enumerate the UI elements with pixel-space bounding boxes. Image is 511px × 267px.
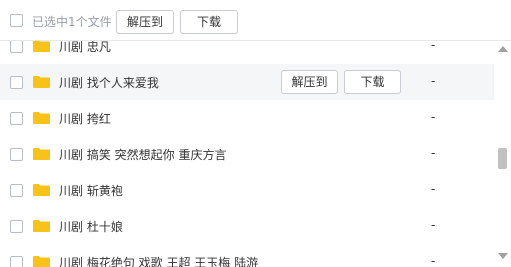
file-name[interactable]: 川剧 斩黄袍 <box>59 182 123 199</box>
file-name[interactable]: 川剧 找个人来爱我 <box>59 74 159 91</box>
file-size: - <box>431 74 436 88</box>
file-name[interactable]: 川剧 忠凡 <box>59 41 111 55</box>
file-size: - <box>431 41 436 52</box>
scrollbar-thumb[interactable] <box>498 148 507 169</box>
row-checkbox[interactable] <box>10 76 23 89</box>
folder-icon <box>33 148 50 160</box>
row-download-button[interactable]: 下载 <box>344 70 401 94</box>
vertical-scrollbar[interactable] <box>495 41 511 267</box>
row-checkbox[interactable] <box>10 184 23 197</box>
arrow-down-icon[interactable] <box>498 253 508 259</box>
select-all-checkbox[interactable] <box>10 14 23 27</box>
file-size: - <box>431 218 436 232</box>
list-item[interactable]: 川剧 斩黄袍 - <box>0 172 494 208</box>
file-list: 川剧 忠凡 - 川剧 找个人来爱我 解压到 下载 - 川剧 挎红 - 川剧 搞笑… <box>0 41 494 267</box>
file-name[interactable]: 川剧 挎红 <box>59 110 111 127</box>
folder-icon <box>33 112 50 124</box>
selection-count: 已选中1个文件 <box>32 15 112 29</box>
list-item[interactable]: 川剧 杜十娘 - <box>0 208 494 244</box>
list-item[interactable]: 川剧 搞笑 突然想起你 重庆方言 - <box>0 136 494 172</box>
list-item[interactable]: 川剧 找个人来爱我 解压到 下载 - <box>0 64 494 100</box>
file-name[interactable]: 川剧 梅花绝句 戏歌 王超 王玉梅 陆游 <box>59 254 258 267</box>
list-item[interactable]: 川剧 梅花绝句 戏歌 王超 王玉梅 陆游 - <box>0 244 494 267</box>
list-item[interactable]: 川剧 忠凡 - <box>0 41 494 64</box>
file-size: - <box>431 254 436 267</box>
file-size: - <box>431 146 436 160</box>
file-name[interactable]: 川剧 搞笑 突然想起你 重庆方言 <box>59 146 226 163</box>
row-checkbox[interactable] <box>10 41 23 53</box>
file-name[interactable]: 川剧 杜十娘 <box>59 218 123 235</box>
row-checkbox[interactable] <box>10 112 23 125</box>
extract-button[interactable]: 解压到 <box>116 10 174 34</box>
folder-icon <box>33 256 50 267</box>
list-item[interactable]: 川剧 挎红 - <box>0 100 494 136</box>
row-extract-button[interactable]: 解压到 <box>281 70 338 94</box>
row-checkbox[interactable] <box>10 220 23 233</box>
folder-icon <box>33 220 50 232</box>
folder-icon <box>33 184 50 196</box>
file-size: - <box>431 182 436 196</box>
arrow-up-icon[interactable] <box>498 46 508 52</box>
toolbar: 已选中1个文件 解压到 下载 <box>0 0 511 41</box>
download-button[interactable]: 下载 <box>180 10 238 34</box>
folder-icon <box>33 76 50 88</box>
row-checkbox[interactable] <box>10 148 23 161</box>
file-size: - <box>431 110 436 124</box>
row-checkbox[interactable] <box>10 256 23 267</box>
folder-icon <box>33 41 50 52</box>
